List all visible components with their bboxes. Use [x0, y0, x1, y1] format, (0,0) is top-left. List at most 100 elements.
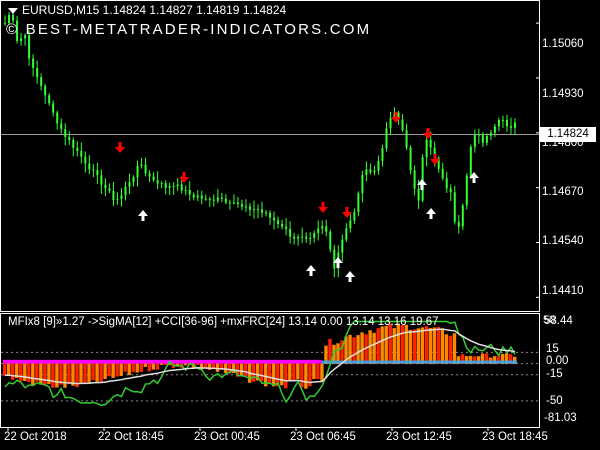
histogram-bar — [11, 363, 15, 380]
candle-body — [413, 170, 416, 189]
histogram-bar — [268, 363, 272, 383]
candle-body — [128, 182, 131, 187]
indicator-histogram — [3, 323, 517, 389]
indicator-axis-label: -15 — [546, 368, 563, 380]
histogram-bar — [396, 323, 400, 365]
candle-body — [184, 189, 187, 191]
candle-body — [88, 163, 91, 170]
candle-body — [485, 135, 488, 143]
candle-body — [421, 157, 424, 201]
candle-body — [244, 206, 247, 208]
candle-body — [425, 139, 428, 158]
histogram-bar — [23, 363, 27, 382]
histogram-bar — [428, 328, 433, 365]
candle-body — [505, 119, 508, 127]
histogram-bar — [183, 363, 188, 366]
histogram-bar — [420, 327, 425, 365]
indicator-axis-label: 15 — [546, 343, 559, 355]
candle-body — [160, 183, 163, 185]
buy-arrow-head — [306, 265, 316, 271]
chart-canvas[interactable] — [0, 0, 600, 450]
symbol-header[interactable]: EURUSD,M15 1.14824 1.14827 1.14819 1.148… — [8, 3, 286, 17]
candle-body — [28, 35, 31, 59]
histogram-bar — [239, 363, 244, 377]
histogram-bar — [43, 363, 47, 385]
histogram-bar — [147, 363, 151, 372]
candle-body — [353, 211, 356, 221]
candle-body — [164, 183, 167, 188]
histogram-bar — [27, 363, 31, 383]
histogram-bar — [135, 363, 139, 373]
candle-body — [188, 189, 191, 195]
buy-arrow-icon — [138, 210, 148, 221]
histogram-bar — [79, 363, 83, 383]
candle-body — [329, 231, 332, 250]
histogram-bar — [131, 363, 135, 372]
candle-body — [269, 213, 272, 218]
candle-body — [317, 228, 320, 234]
candle-body — [248, 206, 251, 210]
candle-body — [349, 220, 352, 229]
buy-arrow-icon — [426, 208, 436, 219]
candle-body — [325, 226, 328, 232]
histogram-bar — [195, 363, 200, 366]
price-axis-label: 1.14410 — [542, 285, 584, 297]
candle-body — [405, 130, 408, 148]
histogram-bar — [440, 328, 445, 365]
candle-body — [261, 209, 264, 213]
histogram-bar — [115, 363, 119, 377]
candle-body — [232, 202, 235, 204]
candle-body — [297, 236, 300, 239]
buy-arrow-head — [138, 210, 148, 216]
time-axis-label: 23 Oct 00:45 — [194, 431, 260, 443]
histogram-bar — [356, 335, 360, 365]
histogram-bar — [452, 333, 457, 365]
histogram-bar — [111, 363, 115, 378]
histogram-bar — [31, 363, 35, 386]
candle-body — [76, 147, 79, 152]
candle-body — [108, 188, 111, 192]
candle-body — [192, 194, 195, 198]
dropdown-triangle-icon[interactable] — [8, 7, 18, 14]
histogram-blue-band — [321, 360, 517, 364]
candle-body — [461, 205, 464, 227]
histogram-bar — [143, 363, 147, 367]
candle-body — [473, 134, 476, 147]
histogram-bar — [360, 332, 364, 365]
histogram-bar — [83, 363, 87, 384]
sell-arrow-icon — [115, 142, 125, 153]
candle-body — [60, 123, 63, 130]
symbol-header-text: EURUSD,M15 1.14824 1.14827 1.14819 1.148… — [22, 3, 287, 17]
candle-body — [240, 203, 243, 207]
histogram-bar — [352, 337, 356, 365]
candle-body — [36, 67, 39, 78]
histogram-bar — [304, 363, 308, 389]
price-axis-label: 1.14670 — [542, 186, 584, 198]
candle-body — [176, 184, 179, 187]
candle-body — [369, 169, 372, 173]
sell-arrow-icon — [318, 202, 328, 213]
histogram-bar — [107, 363, 111, 377]
histogram-bar — [163, 363, 168, 365]
histogram-bar — [376, 328, 380, 365]
candle-body — [465, 175, 468, 206]
candle-body — [477, 134, 480, 136]
candle-body — [493, 126, 496, 133]
candle-body — [417, 188, 420, 201]
candle-body — [80, 151, 83, 157]
histogram-bar — [67, 363, 71, 384]
histogram-bar — [7, 363, 11, 376]
histogram-bar — [272, 363, 276, 387]
sell-arrow-icon — [179, 172, 189, 183]
watermark: © BEST-METATRADER-INDICATORS.COM — [6, 21, 372, 38]
histogram-bar — [251, 363, 256, 382]
candle-body — [44, 85, 47, 96]
histogram-bar — [288, 363, 292, 381]
histogram-bar — [448, 335, 453, 365]
time-axis-label: 22 Oct 18:45 — [98, 431, 164, 443]
candle-body — [20, 38, 23, 41]
price-axis-label: 1.14930 — [542, 88, 584, 100]
histogram-bar — [380, 326, 384, 365]
sell-arrow-head — [391, 117, 401, 123]
candle-body — [441, 168, 444, 179]
